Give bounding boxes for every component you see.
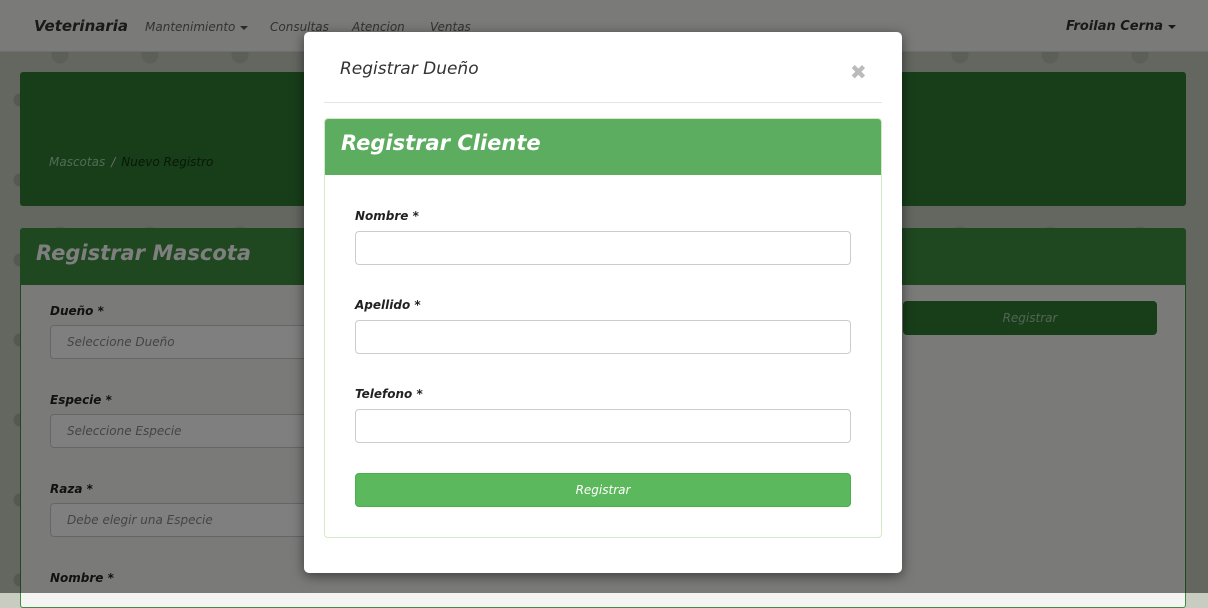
client-form-header: Registrar Cliente: [325, 119, 881, 175]
last-name-input[interactable]: [355, 320, 851, 354]
first-name-input[interactable]: [355, 231, 851, 265]
modal-divider: [324, 102, 882, 103]
register-owner-modal: Registrar Dueño ✖ Registrar Cliente Nomb…: [304, 32, 902, 573]
modal-title: Registrar Dueño: [340, 59, 479, 79]
first-name-label: Nombre *: [355, 209, 419, 223]
client-form-card: Registrar Cliente Nombre * Apellido * Te…: [324, 118, 882, 538]
phone-label: Telefono *: [355, 387, 423, 401]
close-icon[interactable]: ✖: [850, 62, 867, 82]
register-client-button[interactable]: Registrar: [355, 473, 851, 507]
client-form-title: Registrar Cliente: [341, 131, 541, 155]
last-name-label: Apellido *: [355, 298, 421, 312]
phone-input[interactable]: [355, 409, 851, 443]
